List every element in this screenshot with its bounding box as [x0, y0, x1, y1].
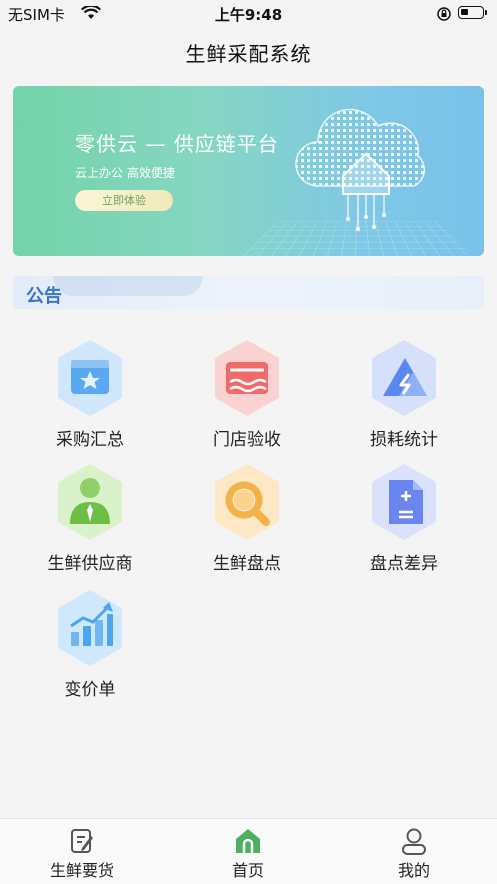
- menu-label: 生鲜盘点: [213, 554, 281, 574]
- loss-stats-icon: [372, 340, 436, 416]
- notice-decoration: [53, 276, 203, 296]
- clock: 上午9:48: [214, 6, 283, 24]
- order-edit-icon: [71, 829, 93, 853]
- tab-mine[interactable]: 我的: [354, 827, 474, 881]
- tab-home[interactable]: 首页: [188, 827, 308, 881]
- menu-inventory-check[interactable]: 生鲜盘点: [172, 462, 322, 582]
- purchase-summary-icon: [58, 340, 122, 416]
- status-bar: 无SIM卡 上午9:48: [0, 0, 497, 28]
- menu-label: 采购汇总: [56, 430, 124, 450]
- menu-loss-stats[interactable]: 损耗统计: [329, 338, 479, 458]
- tab-fresh-order[interactable]: 生鲜要货: [22, 827, 142, 881]
- banner-subtitle: 云上办公 高效便捷: [75, 166, 175, 180]
- menu-label: 生鲜供应商: [47, 554, 133, 574]
- menu-label: 门店验收: [213, 430, 281, 450]
- menu-store-acceptance[interactable]: 门店验收: [172, 338, 322, 458]
- menu-price-change[interactable]: 变价单: [15, 588, 165, 708]
- notice-bar[interactable]: 公告: [13, 276, 484, 309]
- page-title: 生鲜采配系统: [185, 42, 312, 66]
- menu-inventory-diff[interactable]: 盘点差异: [329, 462, 479, 582]
- supplier-icon: [58, 464, 122, 540]
- tab-label: 我的: [397, 861, 430, 880]
- user-icon: [402, 828, 426, 855]
- tab-label: 首页: [231, 861, 264, 880]
- home-icon: [236, 829, 260, 853]
- cloud-house-icon: [295, 108, 426, 231]
- banner-headline: 零供云 — 供应链平台: [75, 132, 279, 156]
- menu-supplier[interactable]: 生鲜供应商: [15, 462, 165, 582]
- menu-purchase-summary[interactable]: 采购汇总: [15, 338, 165, 458]
- menu-label: 损耗统计: [370, 430, 438, 450]
- rotation-lock-icon: [437, 7, 451, 21]
- tab-bar: 生鲜要货 首页 我的: [0, 818, 497, 884]
- menu-label: 变价单: [64, 680, 116, 700]
- tab-label: 生鲜要货: [49, 861, 114, 880]
- store-acceptance-icon: [215, 340, 279, 416]
- promo-banner[interactable]: 零供云 — 供应链平台 云上办公 高效便捷 立即体验: [13, 86, 484, 256]
- menu-label: 盘点差异: [370, 554, 438, 574]
- notice-label: 公告: [26, 286, 62, 307]
- try-now-button[interactable]: 立即体验: [75, 190, 173, 211]
- inventory-diff-icon: [372, 464, 436, 540]
- battery-icon: [458, 6, 487, 19]
- price-change-icon: [58, 590, 122, 666]
- inventory-check-icon: [215, 464, 279, 540]
